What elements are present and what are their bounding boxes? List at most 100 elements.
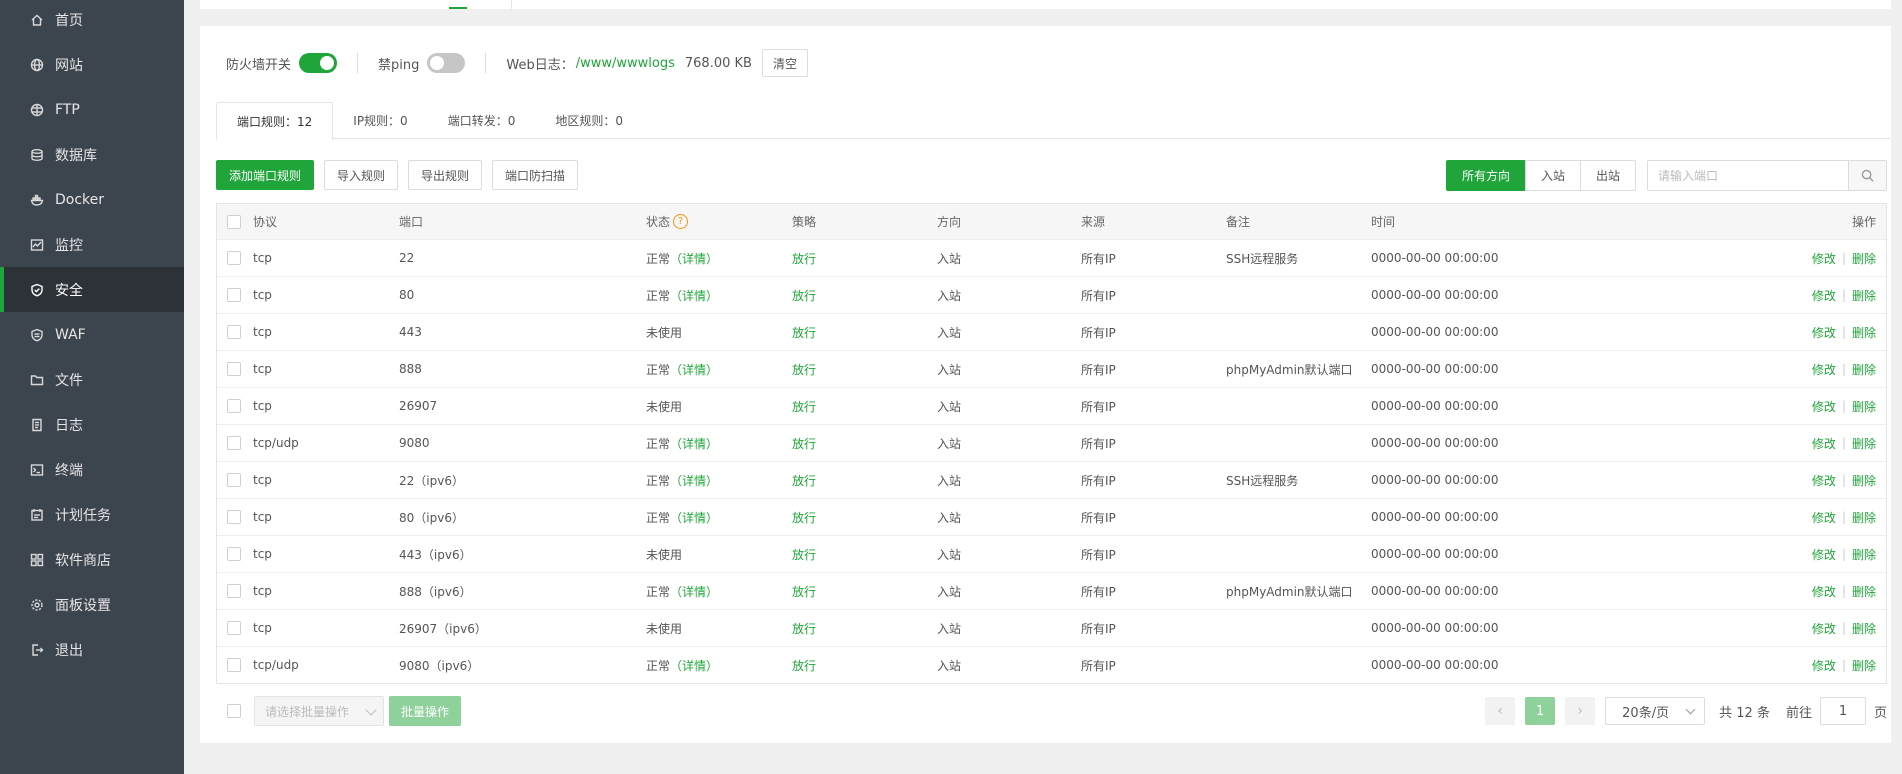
sidebar-item-13[interactable]: 面板设置: [0, 582, 184, 627]
sidebar-item-10[interactable]: 终端: [0, 447, 184, 492]
monitor-icon: [30, 238, 44, 251]
table-row: tcp 80 放行 入站 所有IP 0000-00-00 00:00:00 正常 （详情） 修改…: [217, 276, 1886, 313]
sidebar-item-label: 软件商店: [55, 552, 111, 569]
batch-operation-button[interactable]: 批量操作: [389, 696, 462, 726]
edit-link[interactable]: 修改: [1812, 620, 1836, 637]
batch-operation-select[interactable]: 请选择批量操作: [254, 696, 384, 726]
rule-tab-1[interactable]: IP规则：0: [333, 102, 427, 139]
row-checkbox[interactable]: [227, 362, 241, 376]
clear-log-button[interactable]: 清空: [761, 49, 808, 77]
rule-tab-3[interactable]: 地区规则：0: [535, 102, 643, 139]
cell-policy: 放行: [792, 621, 817, 636]
sidebar-item-4[interactable]: Docker: [0, 177, 184, 222]
weblog-path-link[interactable]: /www/wwwlogs: [576, 56, 675, 71]
weblog-size: 768.00 KB: [684, 55, 752, 71]
ping-switch[interactable]: [427, 53, 466, 73]
edit-link[interactable]: 修改: [1812, 472, 1836, 489]
prev-page-button[interactable]: ‹: [1485, 697, 1516, 725]
header-remark: 备注: [1226, 215, 1251, 229]
row-checkbox[interactable]: [227, 288, 241, 302]
status-detail-link[interactable]: （详情）: [670, 435, 718, 452]
edit-link[interactable]: 修改: [1812, 361, 1836, 378]
page-number-current[interactable]: 1: [1525, 697, 1556, 725]
direction-all-button[interactable]: 所有方向: [1446, 160, 1527, 191]
delete-link[interactable]: 删除: [1852, 472, 1876, 489]
table-body: tcp 22 放行 入站 所有IP SSH远程服务 0000-00-00 00:00:00 正…: [217, 239, 1886, 683]
cell-status: 正常 （详情）: [646, 462, 718, 498]
delete-link[interactable]: 删除: [1852, 361, 1876, 378]
edit-link[interactable]: 修改: [1812, 546, 1836, 563]
sidebar-item-8[interactable]: 文件: [0, 357, 184, 402]
firewall-switch[interactable]: [299, 53, 338, 73]
sidebar-item-7[interactable]: WAF: [0, 312, 184, 357]
delete-link[interactable]: 删除: [1852, 398, 1876, 415]
status-detail-link[interactable]: （详情）: [670, 657, 718, 674]
status-detail-link[interactable]: （详情）: [670, 287, 718, 304]
row-checkbox[interactable]: [227, 584, 241, 598]
delete-link[interactable]: 删除: [1852, 546, 1876, 563]
status-detail-link[interactable]: （详情）: [670, 509, 718, 526]
edit-link[interactable]: 修改: [1812, 324, 1836, 341]
terminal-icon: [30, 463, 44, 476]
row-checkbox[interactable]: [227, 251, 241, 265]
table-row: tcp 80（ipv6） 放行 入站 所有IP 0000-00-00 00:00:00 正常…: [217, 498, 1886, 535]
sidebar-item-9[interactable]: 日志: [0, 402, 184, 447]
sidebar-item-12[interactable]: 软件商店: [0, 537, 184, 582]
edit-link[interactable]: 修改: [1812, 435, 1836, 452]
delete-link[interactable]: 删除: [1852, 657, 1876, 674]
status-detail-link[interactable]: （详情）: [670, 250, 718, 267]
next-page-button[interactable]: ›: [1565, 697, 1596, 725]
cell-protocol: tcp: [253, 325, 272, 339]
port-search-input[interactable]: [1648, 161, 1848, 190]
rule-tab-2[interactable]: 端口转发：0: [428, 102, 536, 139]
import-rules-button[interactable]: 导入规则: [324, 160, 399, 190]
sidebar-item-1[interactable]: 网站: [0, 42, 184, 87]
row-checkbox[interactable]: [227, 399, 241, 413]
logout-icon: [32, 643, 44, 656]
status-detail-link[interactable]: （详情）: [670, 583, 718, 600]
delete-link[interactable]: 删除: [1852, 324, 1876, 341]
sidebar-item-0[interactable]: 首页: [0, 0, 184, 42]
row-checkbox[interactable]: [227, 325, 241, 339]
delete-link[interactable]: 删除: [1852, 620, 1876, 637]
add-port-rule-button[interactable]: 添加端口规则: [216, 160, 315, 190]
status-detail-link[interactable]: （详情）: [670, 472, 718, 489]
row-checkbox[interactable]: [227, 436, 241, 450]
row-checkbox[interactable]: [227, 658, 241, 672]
footer-select-all-checkbox[interactable]: [227, 704, 241, 718]
page-size-select[interactable]: 20条/页: [1605, 697, 1706, 725]
sidebar-item-3[interactable]: 数据库: [0, 132, 184, 177]
sidebar-item-14[interactable]: 退出: [0, 627, 184, 672]
edit-link[interactable]: 修改: [1812, 250, 1836, 267]
goto-page-input[interactable]: [1819, 697, 1866, 725]
row-checkbox[interactable]: [227, 547, 241, 561]
edit-link[interactable]: 修改: [1812, 287, 1836, 304]
status-help-icon[interactable]: ?: [673, 214, 689, 229]
select-all-checkbox[interactable]: [227, 214, 241, 229]
delete-link[interactable]: 删除: [1852, 287, 1876, 304]
sidebar-item-5[interactable]: 监控: [0, 222, 184, 267]
edit-link[interactable]: 修改: [1812, 509, 1836, 526]
sidebar-item-11[interactable]: 计划任务: [0, 492, 184, 537]
status-detail-link[interactable]: （详情）: [670, 361, 718, 378]
row-checkbox[interactable]: [227, 473, 241, 487]
rule-tab-0[interactable]: 端口规则：12: [216, 102, 334, 140]
sidebar-item-6[interactable]: 安全: [0, 267, 184, 312]
edit-link[interactable]: 修改: [1812, 657, 1836, 674]
delete-link[interactable]: 删除: [1852, 509, 1876, 526]
delete-link[interactable]: 删除: [1852, 583, 1876, 600]
direction-out-button[interactable]: 出站: [1580, 160, 1637, 191]
delete-link[interactable]: 删除: [1852, 250, 1876, 267]
cell-port: 443（ipv6）: [399, 547, 472, 562]
sidebar-item-2[interactable]: FTP: [0, 87, 184, 132]
port-scan-protect-button[interactable]: 端口防扫描: [492, 160, 579, 190]
delete-link[interactable]: 删除: [1852, 435, 1876, 452]
edit-link[interactable]: 修改: [1812, 583, 1836, 600]
cell-remark: phpMyAdmin默认端口: [1226, 362, 1353, 377]
row-checkbox[interactable]: [227, 510, 241, 524]
row-checkbox[interactable]: [227, 621, 241, 635]
direction-in-button[interactable]: 入站: [1525, 160, 1582, 191]
edit-link[interactable]: 修改: [1812, 398, 1836, 415]
search-button[interactable]: [1848, 161, 1886, 190]
export-rules-button[interactable]: 导出规则: [408, 160, 483, 190]
